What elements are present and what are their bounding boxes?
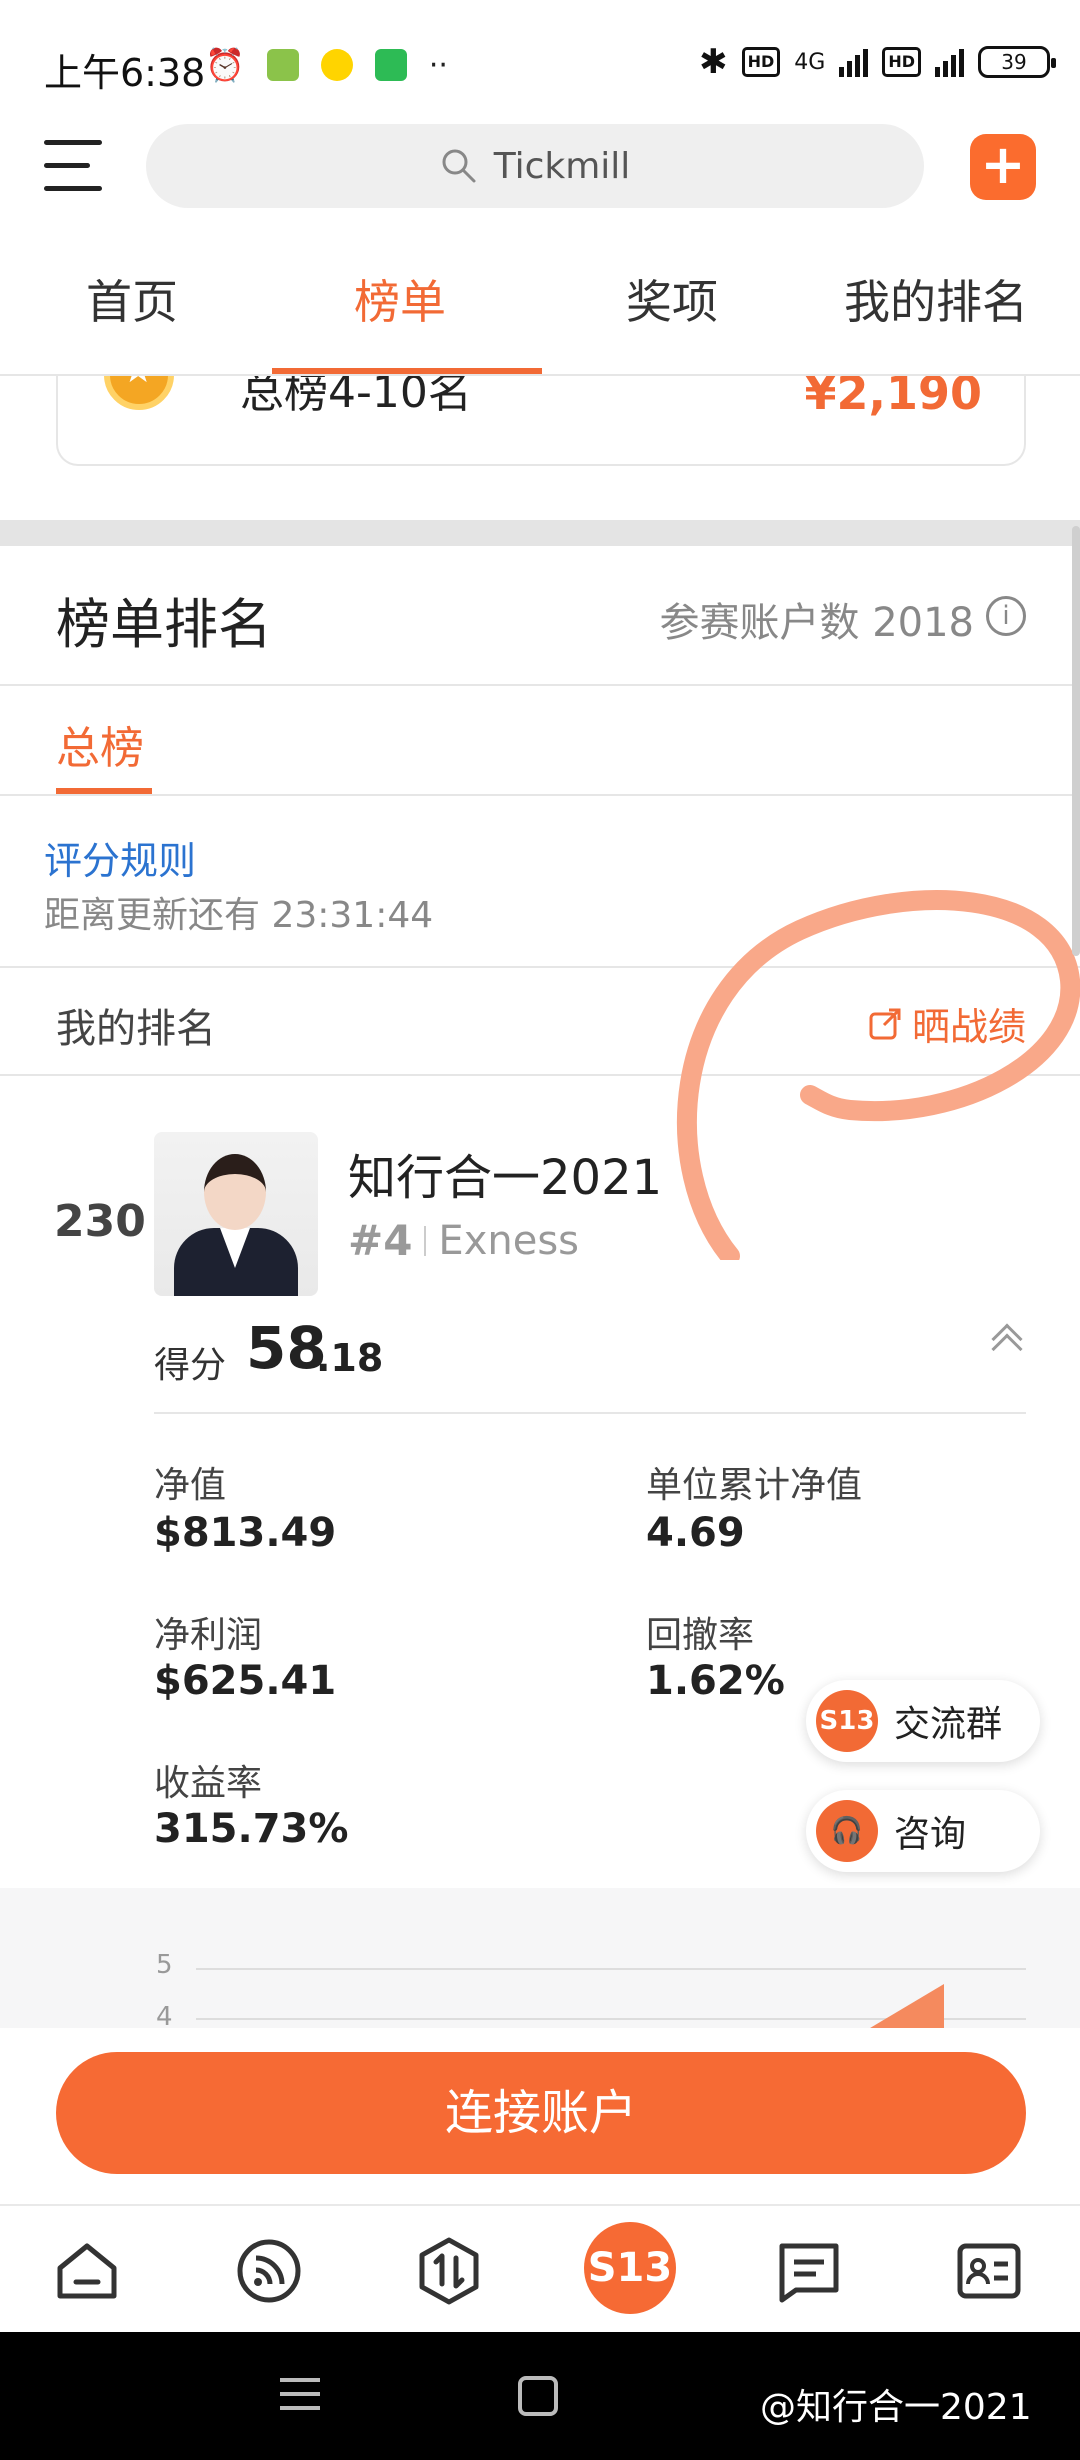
stat-label-equity: 净值 [154, 1465, 227, 1506]
tab-awards[interactable]: 奖项 [626, 266, 718, 332]
section-divider [0, 520, 1080, 546]
avatar[interactable] [154, 1132, 318, 1296]
status-time: 上午6:38 [44, 51, 206, 95]
profile-card-icon[interactable] [954, 2236, 1024, 2306]
app-notification-icon [266, 49, 299, 81]
group-chat-button[interactable]: S13 交流群 [806, 1680, 1040, 1762]
prize-card[interactable]: 总榜4-10名 ¥2,190 [56, 376, 1026, 466]
stat-label-drawdown: 回撤率 [646, 1615, 755, 1656]
connect-bar: 连接账户 [0, 2028, 1080, 2204]
scrollbar[interactable] [1072, 526, 1080, 956]
trade-icon[interactable] [414, 2236, 484, 2306]
broker-info: #4 Exness [348, 1216, 579, 1265]
prize-amount: ¥2,190 [804, 376, 982, 420]
collapse-chevron-up-icon[interactable] [990, 1320, 1026, 1365]
stat-value-net-profit: $625.41 [154, 1658, 337, 1704]
menu-icon[interactable] [44, 140, 102, 192]
consult-label: 咨询 [894, 1814, 967, 1855]
search-bar[interactable]: Tickmill [146, 124, 924, 208]
medal-icon [104, 376, 174, 410]
score-label: 得分 [154, 1345, 227, 1386]
status-app-icons: ⏰ ·· [205, 46, 448, 84]
status-right: ✱ HD 4G HD 39 [699, 42, 1056, 82]
stat-label-net-profit: 净利润 [154, 1615, 263, 1656]
bottom-nav: S13 [0, 2204, 1080, 2332]
chart-tick: 4 [156, 2002, 173, 2028]
prize-label: 总榜4-10名 [240, 376, 472, 418]
more-icon: ·· [428, 47, 448, 83]
chart-tick: 5 [156, 1950, 173, 1980]
divider [0, 794, 1080, 796]
message-icon[interactable] [774, 2236, 844, 2306]
s13-icon: S13 [816, 1690, 878, 1752]
network-type: 4G [794, 49, 826, 75]
divider [0, 684, 1080, 686]
stat-label-unit-nav: 单位累计净值 [646, 1465, 863, 1506]
group-chat-label: 交流群 [894, 1704, 1003, 1745]
battery-icon: 39 [978, 46, 1056, 78]
tab-overall[interactable]: 总榜 [56, 712, 144, 776]
gridline [196, 1968, 1026, 1970]
add-button[interactable]: + [970, 134, 1036, 200]
stat-value-drawdown: 1.62% [646, 1658, 785, 1704]
shield-icon [374, 49, 407, 81]
headset-icon: 🎧 [816, 1800, 878, 1862]
broker-name: Exness [438, 1217, 580, 1264]
tab-leaderboard[interactable]: 榜单 [354, 266, 446, 332]
stat-value-unit-nav: 4.69 [646, 1510, 745, 1556]
s13-icon[interactable]: S13 [584, 2222, 676, 2314]
menu-icon[interactable] [280, 2378, 320, 2414]
home-button-icon[interactable] [518, 2376, 558, 2416]
equity-chart: 5 4 [0, 1888, 1080, 2028]
signal-icon [935, 47, 964, 77]
hd-icon: HD [882, 47, 921, 77]
search-icon [442, 149, 476, 183]
main-tabs: 首页 榜单 奖项 我的排名 [0, 236, 1080, 376]
scoring-rules-link[interactable]: 评分规则 [44, 830, 196, 885]
signal-icon [839, 47, 869, 77]
divider [154, 1412, 1026, 1414]
account-name[interactable]: 知行合一2021 [348, 1138, 662, 1208]
tab-home[interactable]: 首页 [86, 266, 178, 332]
participant-count: 参赛账户数 2018 [659, 600, 974, 646]
score-integer: 58 [246, 1314, 327, 1382]
update-countdown: 距离更新还有 23:31:44 [44, 895, 434, 936]
app-notification-icon [320, 49, 353, 81]
stat-label-return-rate: 收益率 [154, 1763, 263, 1804]
connect-account-button[interactable]: 连接账户 [56, 2052, 1026, 2174]
separator [424, 1225, 427, 1256]
section-title: 榜单排名 [56, 593, 272, 656]
score-decimal: .18 [316, 1336, 384, 1380]
home-icon[interactable] [52, 2236, 122, 2306]
chart-series-area [870, 1984, 944, 2028]
hd-icon: HD [741, 47, 781, 77]
consult-button[interactable]: 🎧 咨询 [806, 1790, 1040, 1872]
status-bar: 上午6:38 ⏰ ·· ✱ HD 4G HD 39 [0, 0, 1080, 130]
watermark: @知行合一2021 [760, 2387, 1032, 2428]
my-ranking-label: 我的排名 [56, 1006, 216, 1052]
stat-value-return-rate: 315.73% [154, 1806, 349, 1852]
stat-value-equity: $813.49 [154, 1510, 337, 1556]
hand-drawn-annotation [677, 890, 1080, 1260]
bluetooth-icon: ✱ [699, 42, 728, 82]
search-placeholder: Tickmill [493, 145, 631, 187]
info-icon[interactable]: i [986, 596, 1026, 636]
alarm-icon: ⏰ [205, 46, 245, 84]
tab-my-ranking[interactable]: 我的排名 [844, 266, 1028, 332]
broker-rank: #4 [348, 1216, 413, 1265]
feed-icon[interactable] [234, 2236, 304, 2306]
tab-indicator [272, 368, 542, 374]
rank-number: 230 [54, 1196, 146, 1247]
